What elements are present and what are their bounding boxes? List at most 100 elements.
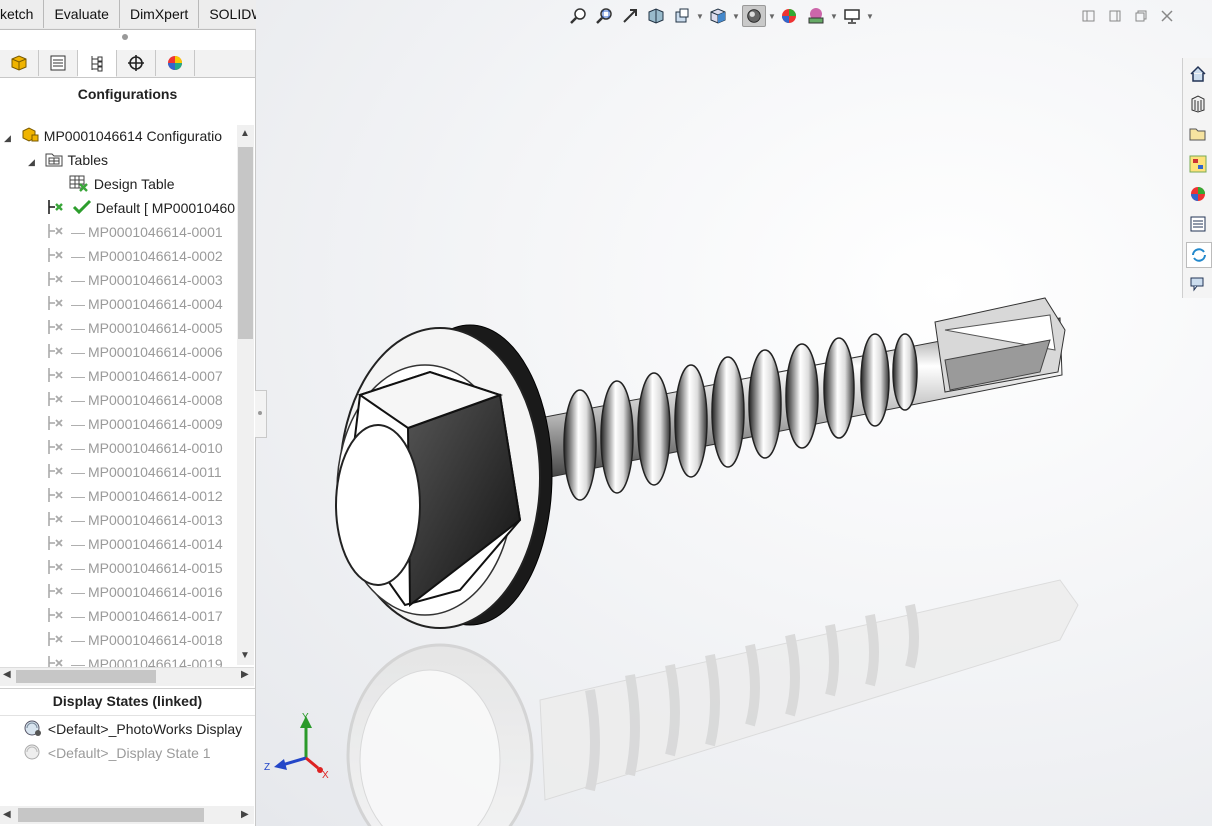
config-item[interactable]: — MP0001046614-0007 [46,365,223,387]
config-inactive-icon [48,272,63,286]
tree-root[interactable]: ◢ MP0001046614 Configuratio [4,125,222,147]
config-item[interactable]: — MP0001046614-0012 [46,485,223,507]
dynamic-annotation-button[interactable] [670,5,694,27]
config-item[interactable]: — MP0001046614-0011 [46,461,222,483]
config-item[interactable]: — MP0001046614-0008 [46,389,223,411]
config-item[interactable]: — MP0001046614-0002 [46,245,223,267]
config-item[interactable]: — MP0001046614-0016 [46,581,223,603]
tree-design-table[interactable]: Design Table [68,173,175,195]
apply-scene-icon [808,8,824,24]
config-item-label: MP0001046614-0003 [88,272,223,288]
display-state-item[interactable]: <Default>_PhotoWorks Display [22,718,242,740]
solidworks-resources-tab[interactable] [1186,62,1210,86]
zoom-to-fit-button[interactable] [566,5,590,27]
folder-open-icon [1189,128,1206,141]
config-item[interactable]: — MP0001046614-0015 [46,557,223,579]
config-item[interactable]: — MP0001046614-0009 [46,413,223,435]
config-inactive-icon [48,464,63,478]
config-item[interactable]: — MP0001046614-0010 [46,437,223,459]
panel-grip[interactable] [122,34,128,40]
chevron-down-icon[interactable]: ▼ [732,5,740,27]
config-inactive-icon [48,560,63,574]
displaymanager-icon [168,56,182,70]
expand-arrow-icon[interactable]: ◢ [4,127,16,149]
config-item-label: MP0001046614-0017 [88,608,223,624]
tree-default-config[interactable]: Default [ MP00010460 [46,197,235,219]
zoom-to-fit-icon [570,8,586,24]
view-orientation-button[interactable] [706,5,730,27]
dimxpertmanager-icon [128,55,144,71]
tile-left-icon[interactable] [1080,8,1098,24]
config-item[interactable]: — MP0001046614-0013 [46,509,223,531]
horizontal-scroll-thumb[interactable] [16,670,156,683]
scroll-right-icon[interactable]: ▶ [241,809,249,820]
tile-right-icon[interactable] [1106,8,1124,24]
expand-arrow-icon[interactable]: ◢ [28,151,40,173]
tab-configurationmanager[interactable] [78,50,117,77]
config-item[interactable]: — MP0001046614-0018 [46,629,223,651]
chevron-down-icon[interactable]: ▼ [696,5,704,27]
chevron-down-icon[interactable]: ▼ [830,5,838,27]
view-palette-icon [1189,155,1207,173]
tab-dimxpertmanager[interactable] [117,50,156,76]
vertical-scroll-thumb[interactable] [238,147,253,339]
section-view-button[interactable] [644,5,668,27]
scroll-down-icon[interactable]: ▼ [240,650,250,661]
tab-featuremanager[interactable] [0,50,39,76]
close-icon[interactable] [1158,8,1176,24]
config-item-label: MP0001046614-0005 [88,320,223,336]
tab-displaymanager[interactable] [156,50,195,76]
chevron-down-icon[interactable]: ▼ [866,5,874,27]
config-inactive-icon [48,584,63,598]
scroll-left-icon[interactable]: ◀ [3,669,11,680]
config-item[interactable]: — MP0001046614-0004 [46,293,223,315]
scroll-up-icon[interactable]: ▲ [240,128,250,139]
tab-dimxpert[interactable]: DimXpert [119,0,200,28]
zoom-to-area-button[interactable] [592,5,616,27]
restore-icon[interactable] [1132,8,1150,24]
config-item[interactable]: — MP0001046614-0005 [46,317,223,339]
design-library-tab[interactable] [1186,92,1210,116]
edit-appearance-button[interactable] [778,5,802,27]
config-item[interactable]: — MP0001046614-0001 [46,221,223,243]
tab-sketch[interactable]: ketch [0,0,45,28]
tab-propertymanager[interactable] [39,50,78,76]
config-item[interactable]: — MP0001046614-0017 [46,605,223,627]
view-palette-tab[interactable] [1186,152,1210,176]
solidworks-forum-tab[interactable] [1186,242,1212,268]
dash-icon: — [71,224,85,240]
panel-divider[interactable] [0,688,255,689]
chevron-down-icon[interactable]: ▼ [768,5,776,27]
dash-icon: — [71,656,85,667]
file-explorer-tab[interactable] [1186,122,1210,146]
custom-properties-tab[interactable] [1186,212,1210,236]
heads-up-view-toolbar: ▼ ▼ ▼ ▼ ▼ [566,4,874,28]
config-inactive-icon [48,320,63,334]
view-orientation-icon [710,8,726,24]
horizontal-scroll-thumb[interactable] [18,808,204,822]
triad-z-label: Z [264,762,270,773]
dash-icon: — [71,464,85,480]
tree-tables[interactable]: ◢ Tables [28,149,108,171]
apply-scene-button[interactable] [804,5,828,27]
display-style-button[interactable] [742,5,766,27]
dynamic-annotation-icon [675,8,689,23]
config-item[interactable]: — MP0001046614-0019 [46,653,223,667]
forum-tab[interactable] [1186,272,1210,296]
dash-icon: — [71,440,85,456]
config-item[interactable]: — MP0001046614-0006 [46,341,223,363]
config-item[interactable]: — MP0001046614-0014 [46,533,223,555]
config-item-label: MP0001046614-0006 [88,344,223,360]
display-state-icon [24,744,40,760]
scroll-right-icon[interactable]: ▶ [241,669,249,680]
scroll-left-icon[interactable]: ◀ [3,809,11,820]
config-item-label: MP0001046614-0019 [88,656,223,667]
display-state-item[interactable]: <Default>_Display State 1 [22,742,211,764]
appearances-tab[interactable] [1186,182,1210,206]
view-settings-button[interactable] [840,5,864,27]
tab-evaluate[interactable]: Evaluate [44,0,120,28]
display-state-label: <Default>_Display State 1 [47,745,211,761]
screw-model-render[interactable] [256,0,1212,826]
previous-view-button[interactable] [618,5,642,27]
config-item[interactable]: — MP0001046614-0003 [46,269,223,291]
